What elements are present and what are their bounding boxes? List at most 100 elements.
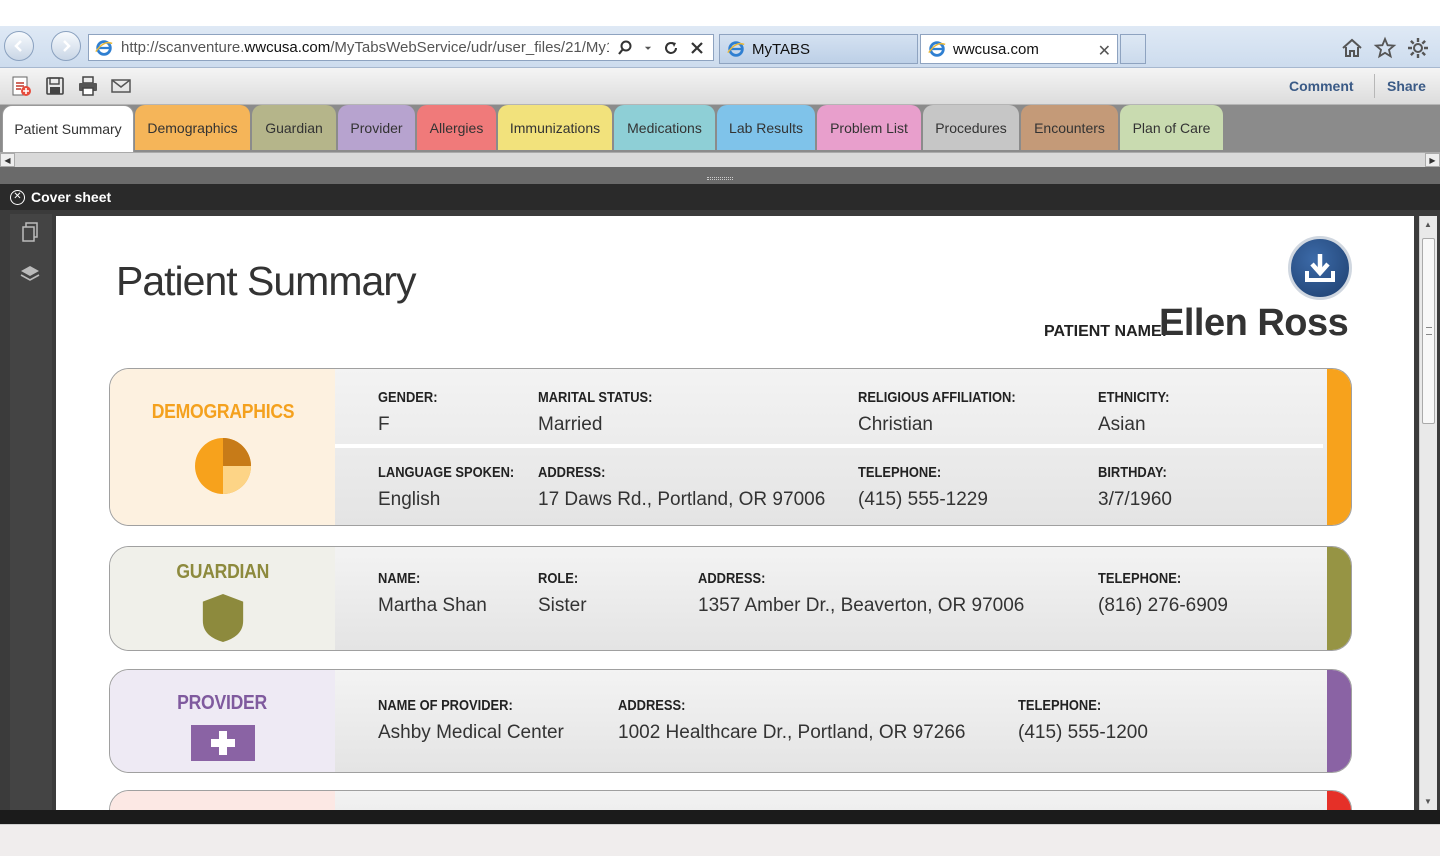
field-value: English <box>378 489 441 510</box>
field-label: ROLE: <box>538 570 579 587</box>
tab-label: Lab Results <box>729 119 803 136</box>
pie-chart-icon <box>194 438 251 494</box>
window-top-strip <box>0 0 1440 26</box>
scroll-down-icon[interactable]: ▼ <box>1424 797 1432 806</box>
field-value: Ashby Medical Center <box>378 722 564 743</box>
religion-field: RELIGIOUS AFFILIATION: Christian <box>858 389 1041 436</box>
print-icon[interactable] <box>76 74 100 98</box>
tab-scrollbar[interactable]: ◀ ▶ <box>0 152 1440 167</box>
tab-plan-of-care[interactable]: Plan of Care <box>1120 105 1223 150</box>
tab-patient-summary[interactable]: Patient Summary <box>2 105 134 152</box>
tab-problem-list[interactable]: Problem List <box>817 105 921 150</box>
arrow-left-icon <box>14 40 22 52</box>
refresh-icon[interactable] <box>663 40 679 56</box>
field-value: 17 Daws Rd., Portland, OR 97006 <box>538 489 826 510</box>
demographics-header: DEMOGRAPHICS <box>110 369 335 525</box>
field-label: RELIGIOUS AFFILIATION: <box>858 389 1016 406</box>
scroll-left-icon[interactable]: ◀ <box>0 153 15 167</box>
address-controls <box>617 40 705 56</box>
favorites-star-icon[interactable] <box>1373 36 1397 60</box>
url-suffix: /MyTabsWebService/udr/user_files/21/My1 <box>330 39 609 56</box>
scroll-up-icon[interactable]: ▲ <box>1424 220 1432 229</box>
tab-allergies[interactable]: Allergies <box>417 105 496 150</box>
field-value: (415) 555-1200 <box>1018 722 1148 743</box>
provider-color-stripe <box>1327 670 1351 772</box>
language-field: LANGUAGE SPOKEN: English <box>378 464 536 511</box>
browser-nav-bar: http://scanventure.wwcusa.com/MyTabsWebS… <box>0 26 1440 68</box>
gear-icon[interactable] <box>1406 36 1430 60</box>
scrollbar-thumb[interactable] <box>1422 238 1435 424</box>
home-icon[interactable] <box>1340 36 1364 60</box>
provider-name-field: NAME OF PROVIDER: Ashby Medical Center <box>378 697 564 744</box>
stop-icon[interactable] <box>689 40 705 56</box>
ethnicity-field: ETHNICITY: Asian <box>1098 389 1181 436</box>
tab-provider[interactable]: Provider <box>338 105 415 150</box>
field-value: Christian <box>858 414 933 435</box>
address-bar[interactable]: http://scanventure.wwcusa.com/MyTabsWebS… <box>88 34 714 61</box>
provider-header: PROVIDER <box>110 670 335 772</box>
shield-icon <box>202 594 243 642</box>
scroll-right-icon[interactable]: ▶ <box>1425 153 1440 167</box>
tab-demographics[interactable]: Demographics <box>135 105 250 150</box>
page-scrollbar[interactable]: ▲ ▼ <box>1419 216 1437 810</box>
demographics-title: DEMOGRAPHICS <box>151 401 294 423</box>
tab-label: Encounters <box>1034 119 1105 136</box>
guardian-header: GUARDIAN <box>110 547 335 650</box>
download-icon <box>1305 254 1335 282</box>
guardian-color-stripe <box>1327 547 1351 650</box>
splitter-grip[interactable] <box>707 177 733 180</box>
share-button[interactable]: Share <box>1387 78 1426 94</box>
layers-icon[interactable] <box>18 262 42 286</box>
field-label: ADDRESS: <box>698 570 766 587</box>
dropdown-icon[interactable] <box>643 40 653 56</box>
new-tab-button[interactable] <box>1120 34 1146 64</box>
field-label: GENDER: <box>378 389 438 406</box>
medical-cross-icon <box>190 725 255 761</box>
download-button[interactable] <box>1288 236 1352 300</box>
browser-tab-title: MyTABS <box>752 40 811 58</box>
pane-splitter[interactable] <box>0 167 1440 184</box>
create-pdf-icon[interactable] <box>9 74 33 98</box>
demographics-color-stripe <box>1327 369 1351 525</box>
tab-lab-results[interactable]: Lab Results <box>717 105 815 150</box>
patient-name: Ellen Ross <box>1159 302 1349 344</box>
tab-procedures[interactable]: Procedures <box>923 105 1019 150</box>
tab-encounters[interactable]: Encounters <box>1021 105 1118 150</box>
close-cover-sheet-icon[interactable]: ✕ <box>10 189 25 205</box>
email-icon[interactable] <box>109 74 133 98</box>
tab-immunizations[interactable]: Immunizations <box>498 105 612 150</box>
tab-label: Allergies <box>429 119 484 136</box>
tab-label: Problem List <box>830 119 908 136</box>
forward-button[interactable] <box>51 31 81 61</box>
field-value: Asian <box>1098 414 1146 435</box>
comment-button[interactable]: Comment <box>1289 78 1354 94</box>
guardian-address-field: ADDRESS: 1357 Amber Dr., Beaverton, OR 97… <box>698 570 1024 617</box>
field-value: (816) 276-6909 <box>1098 595 1228 616</box>
viewer-sidebar <box>10 214 52 810</box>
marital-status-field: MARITAL STATUS: Married <box>538 389 671 436</box>
browser-tab-wwcusa[interactable]: wwcusa.com ✕ <box>920 34 1118 64</box>
tab-label: Procedures <box>935 119 1007 136</box>
section-tabbar: Patient Summary Demographics Guardian Pr… <box>0 105 1440 152</box>
pages-icon[interactable] <box>18 220 42 244</box>
allergies-header <box>110 791 335 810</box>
tab-label: Immunizations <box>509 119 601 136</box>
field-value: 1002 Healthcare Dr., Portland, OR 97266 <box>618 722 966 743</box>
save-icon[interactable] <box>43 74 67 98</box>
search-icon[interactable] <box>617 40 633 56</box>
back-button[interactable] <box>4 31 34 61</box>
tab-medications[interactable]: Medications <box>614 105 715 150</box>
close-tab-icon[interactable]: ✕ <box>1098 41 1111 61</box>
field-label: NAME: <box>378 570 421 587</box>
browser-tab-mytabs[interactable]: MyTABS <box>719 34 918 64</box>
tab-guardian[interactable]: Guardian <box>252 105 336 150</box>
tab-label: Patient Summary <box>14 121 122 137</box>
url-text[interactable]: http://scanventure.wwcusa.com/MyTabsWebS… <box>121 39 609 56</box>
guardian-name-field: NAME: Martha Shan <box>378 570 487 617</box>
field-label: TELEPHONE: <box>1098 570 1182 587</box>
field-label: LANGUAGE SPOKEN: <box>378 464 515 481</box>
provider-title: PROVIDER <box>177 692 268 714</box>
browser-tab-title: wwcusa.com <box>953 40 1039 58</box>
url-domain: wwcusa.com <box>244 39 331 56</box>
viewer-title: Cover sheet <box>31 189 112 205</box>
